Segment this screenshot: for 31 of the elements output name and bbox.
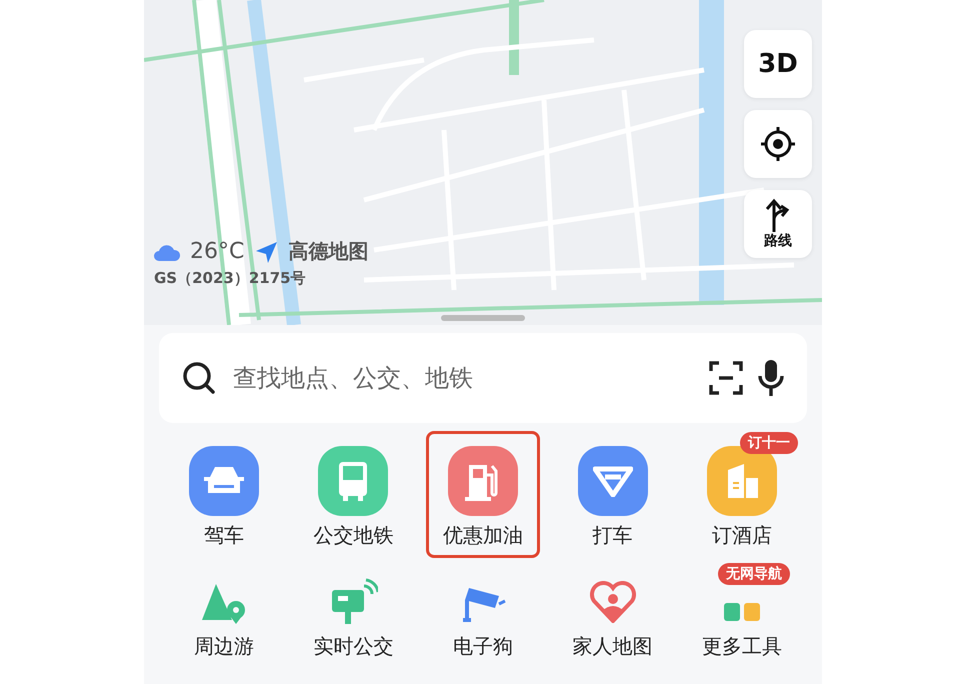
tool-item[interactable]: 家人地图 bbox=[556, 566, 670, 669]
heart-person-icon bbox=[590, 581, 636, 623]
turn-arrow-icon bbox=[764, 198, 792, 232]
blocks-icon bbox=[724, 603, 760, 621]
tool-item[interactable]: 订十一 订酒店 bbox=[685, 431, 799, 558]
microphone-icon[interactable] bbox=[757, 358, 785, 398]
cloud-icon bbox=[154, 242, 180, 260]
search-bar[interactable]: 查找地点、公交、地铁 bbox=[159, 333, 807, 423]
tool-item[interactable]: 驾车 bbox=[167, 431, 281, 558]
temperature: 26°C bbox=[190, 239, 244, 264]
promo-badge: 订十一 bbox=[740, 432, 798, 454]
license-number: GS（2023）2175号 bbox=[154, 269, 307, 288]
search-field[interactable]: 查找地点、公交、地铁 bbox=[231, 363, 695, 393]
arrow-logo-icon bbox=[254, 240, 278, 264]
tool-item[interactable]: 无网导航 更多工具 bbox=[685, 566, 799, 669]
tool-item[interactable]: 打车 bbox=[556, 431, 670, 558]
locate-icon bbox=[759, 125, 797, 163]
tool-item[interactable]: 实时公交 bbox=[296, 566, 410, 669]
tool-item[interactable]: 优惠加油 bbox=[426, 431, 540, 558]
v-shape-icon bbox=[592, 465, 633, 497]
map-logo: 高德地图 bbox=[288, 238, 368, 265]
scan-icon[interactable] bbox=[709, 361, 743, 395]
tool-item[interactable]: 周边游 bbox=[167, 566, 281, 669]
3d-button[interactable]: 3D bbox=[744, 30, 812, 98]
tool-item[interactable]: 电子狗 bbox=[426, 566, 540, 669]
promo-badge: 无网导航 bbox=[718, 563, 790, 585]
search-icon bbox=[181, 360, 217, 396]
route-button[interactable]: 路线 bbox=[744, 190, 812, 258]
tool-item[interactable]: 公交地铁 bbox=[296, 431, 410, 558]
locate-button[interactable] bbox=[744, 110, 812, 178]
drag-handle[interactable] bbox=[441, 315, 525, 321]
